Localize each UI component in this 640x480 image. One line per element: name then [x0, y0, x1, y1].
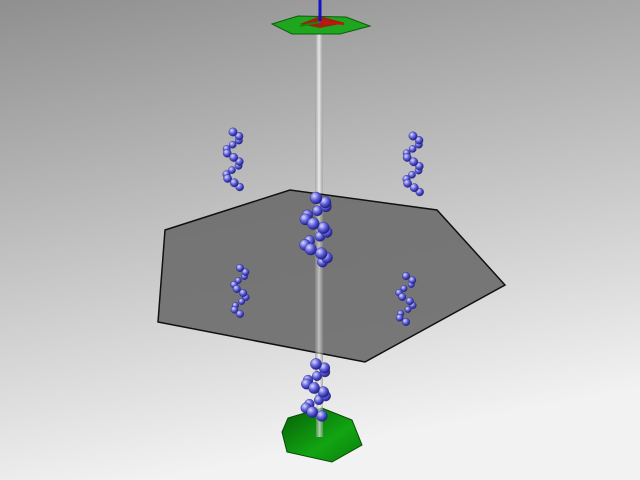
helix-bead [405, 297, 414, 306]
helix-bead [307, 217, 320, 230]
helix-bead [308, 382, 320, 394]
helix-bead [408, 145, 417, 153]
helix-bead [402, 272, 411, 281]
helix-bead [229, 178, 239, 188]
helix-bead [304, 243, 317, 256]
helix-bead [409, 183, 419, 193]
helix-bead [229, 152, 239, 162]
helix-bead [228, 127, 238, 137]
helix-bead [309, 191, 323, 205]
helix-bead [235, 310, 244, 319]
helix-bead [408, 131, 418, 141]
helix-bead [402, 318, 411, 327]
helix-bead [235, 264, 244, 273]
helix-bead [315, 247, 328, 260]
helix-bead [316, 410, 328, 422]
helix-bead [409, 157, 419, 167]
helix-bead [306, 406, 319, 418]
helix-bead [408, 276, 417, 285]
molecular-scene-canvas [0, 0, 640, 480]
helix-bead [398, 292, 407, 301]
helix-bead [232, 284, 241, 293]
helix-bead [310, 358, 322, 370]
helix-bead [395, 313, 404, 322]
helix-bead [239, 289, 248, 298]
